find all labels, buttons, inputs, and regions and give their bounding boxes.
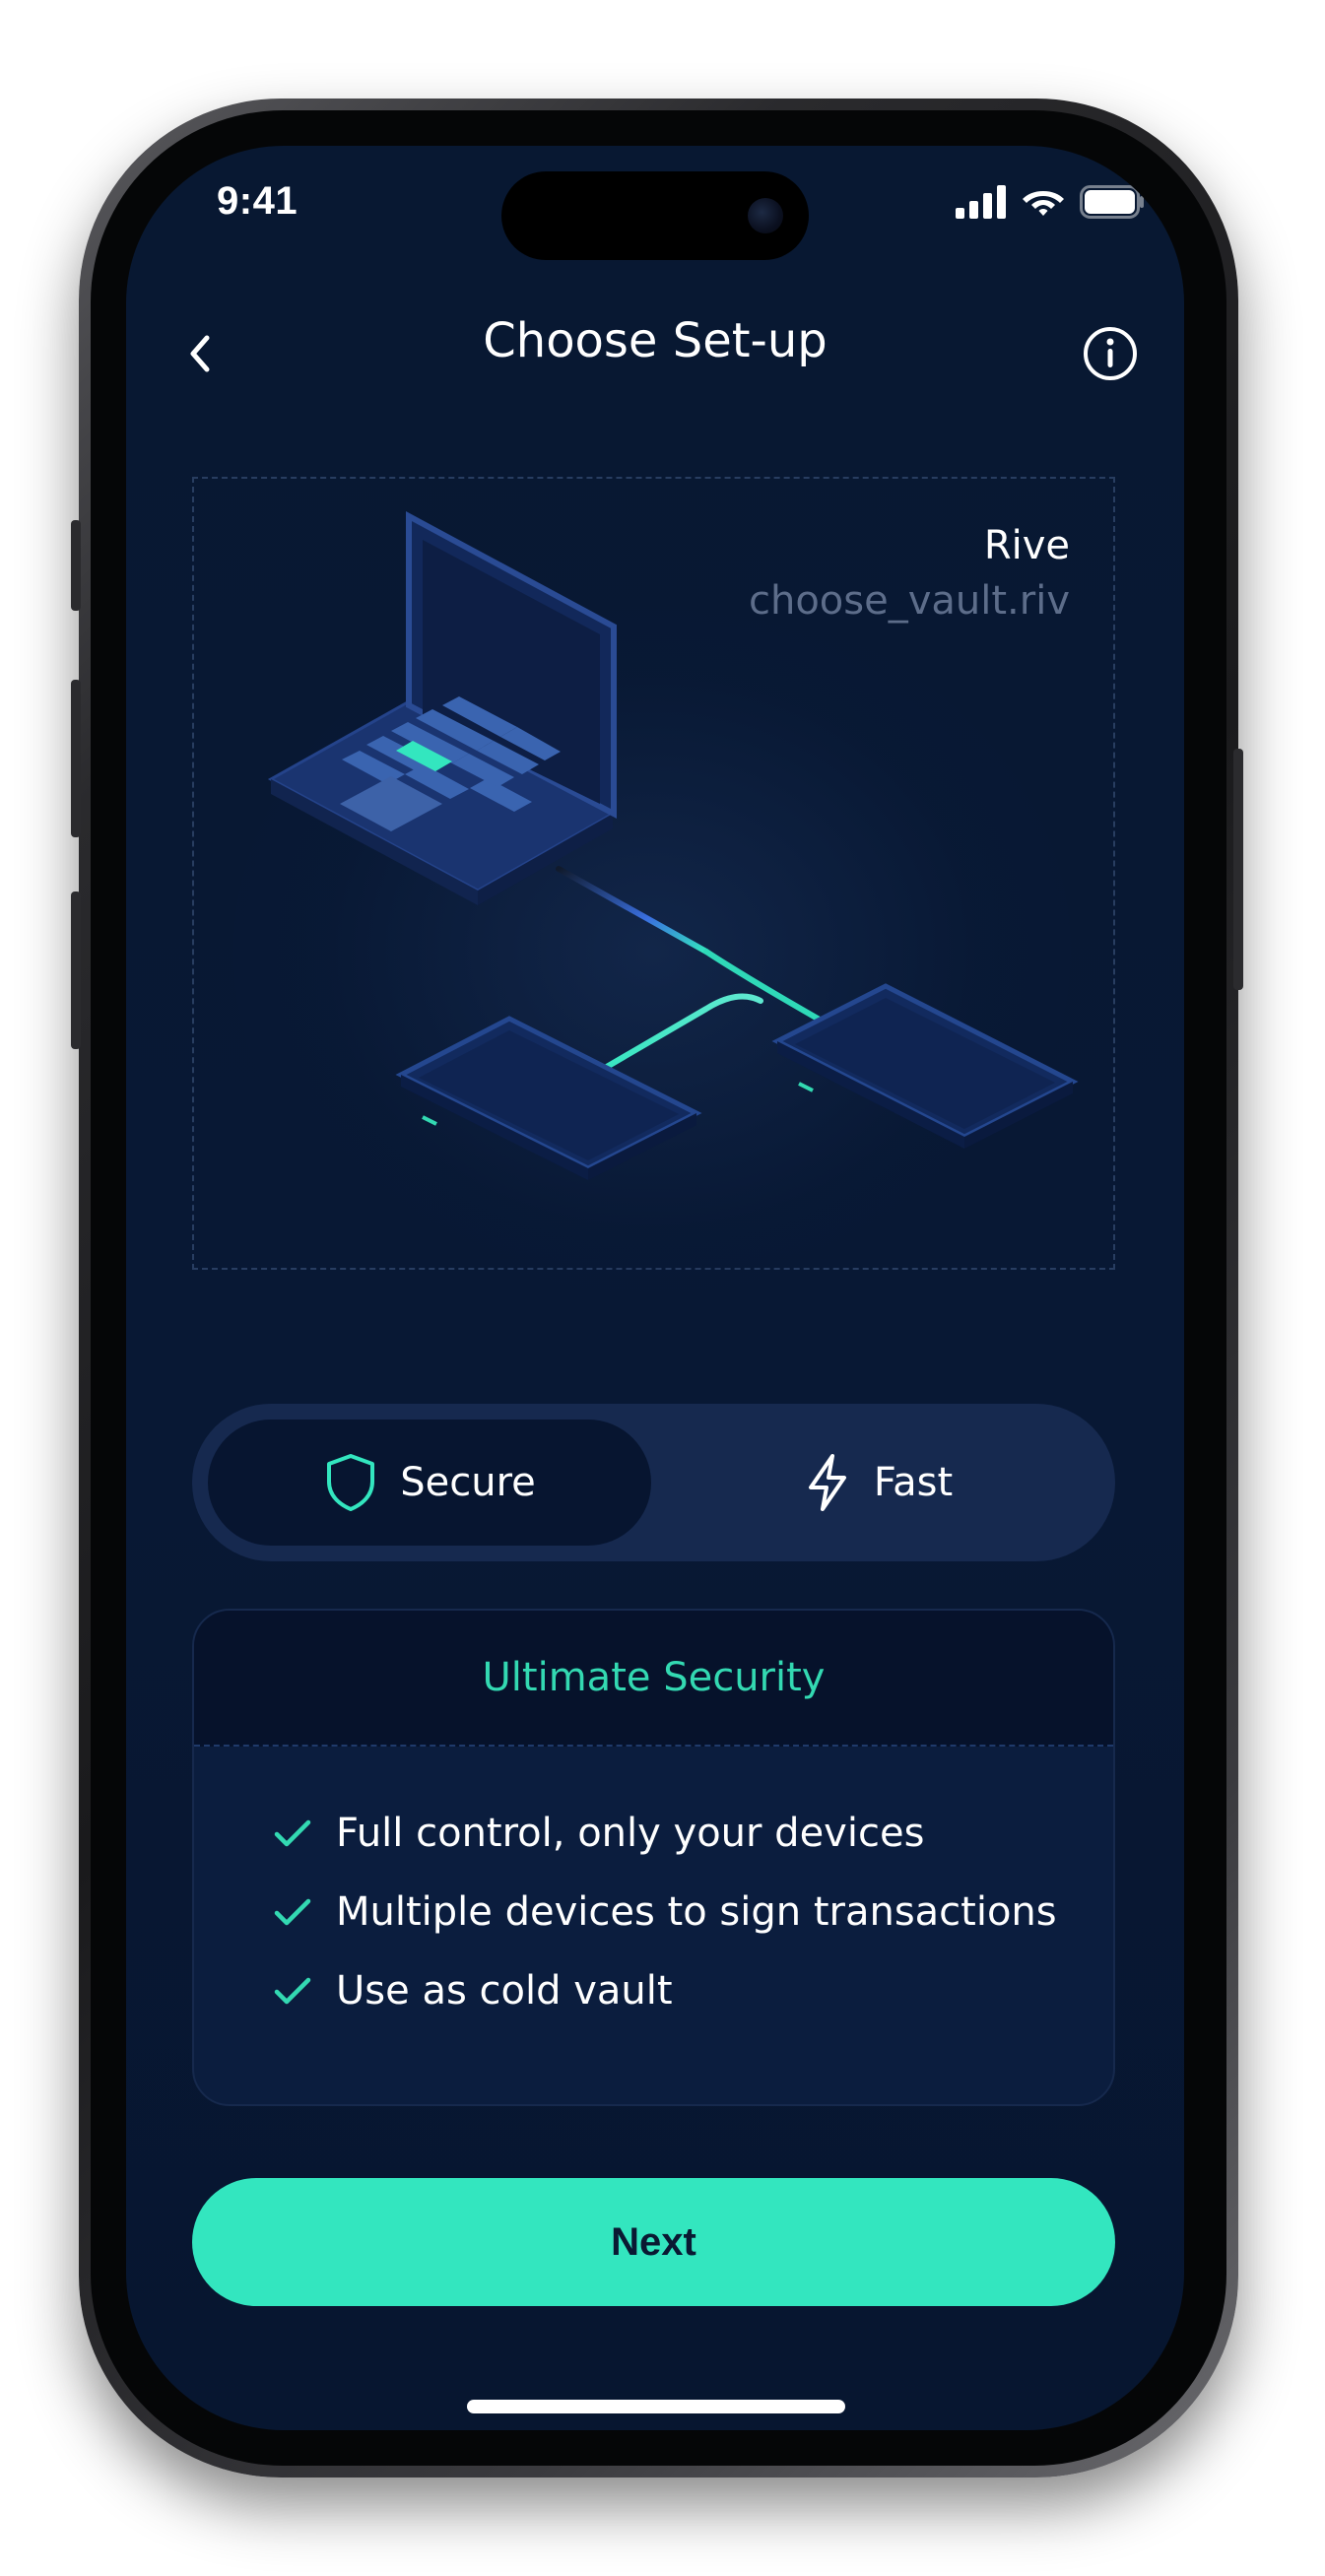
- wifi-icon: [1023, 191, 1064, 216]
- next-button-label: Next: [611, 2219, 696, 2264]
- dynamic-island: [501, 171, 809, 260]
- check-icon: [274, 1977, 311, 2005]
- info-icon: [1084, 327, 1137, 380]
- action-button: [71, 520, 81, 611]
- info-button[interactable]: [1076, 319, 1145, 388]
- list-item: Use as cold vault: [273, 1951, 1057, 2030]
- page-title: Choose Set-up: [483, 313, 828, 368]
- segment-fast-label: Fast: [873, 1460, 954, 1505]
- feature-text: Full control, only your devices: [336, 1811, 925, 1856]
- status-icons: [956, 185, 1145, 219]
- volume-up-button: [71, 680, 81, 837]
- power-button: [1233, 749, 1243, 990]
- card-header: Ultimate Security: [194, 1611, 1113, 1747]
- rive-label: Rive choose_vault.riv: [749, 518, 1070, 628]
- right-phone-icon: [771, 983, 1079, 1149]
- cable-laptop: [556, 866, 709, 955]
- cellular-signal-icon: [956, 185, 1006, 219]
- volume-down-button: [71, 892, 81, 1049]
- setup-mode-toggle: Secure Fast: [192, 1404, 1115, 1561]
- home-indicator[interactable]: [467, 2400, 845, 2413]
- front-camera-icon: [748, 198, 783, 233]
- segment-secure[interactable]: Secure: [208, 1420, 651, 1546]
- segment-secure-label: Secure: [400, 1460, 536, 1505]
- features-card: Ultimate Security Full control, only you…: [192, 1609, 1115, 2106]
- feature-list: Full control, only your devices Multiple…: [273, 1794, 1057, 2030]
- card-title: Ultimate Security: [482, 1655, 826, 1700]
- next-button[interactable]: Next: [192, 2178, 1115, 2306]
- check-icon: [274, 1898, 311, 1926]
- rive-filename: choose_vault.riv: [748, 578, 1070, 624]
- cable-left-device: [585, 993, 763, 1081]
- list-item: Full control, only your devices: [273, 1794, 1057, 1873]
- laptop-icon: [267, 510, 617, 905]
- feature-text: Use as cold vault: [336, 1968, 673, 2014]
- shield-icon: [327, 1454, 375, 1511]
- illustration-area: Rive choose_vault.riv: [192, 477, 1115, 1306]
- app-screen: 9:41 Choose Set-up Rive choose_vault.riv…: [126, 146, 1184, 2430]
- cable-right-device: [703, 949, 828, 1025]
- list-item: Multiple devices to sign transactions: [273, 1873, 1057, 1951]
- rive-title: Rive: [983, 523, 1070, 568]
- status-time: 9:41: [217, 179, 298, 223]
- battery-icon: [1080, 185, 1144, 219]
- check-icon: [274, 1819, 311, 1847]
- feature-text: Multiple devices to sign transactions: [336, 1889, 1057, 1935]
- segment-fast[interactable]: Fast: [656, 1420, 1099, 1546]
- lightning-icon: [808, 1454, 846, 1511]
